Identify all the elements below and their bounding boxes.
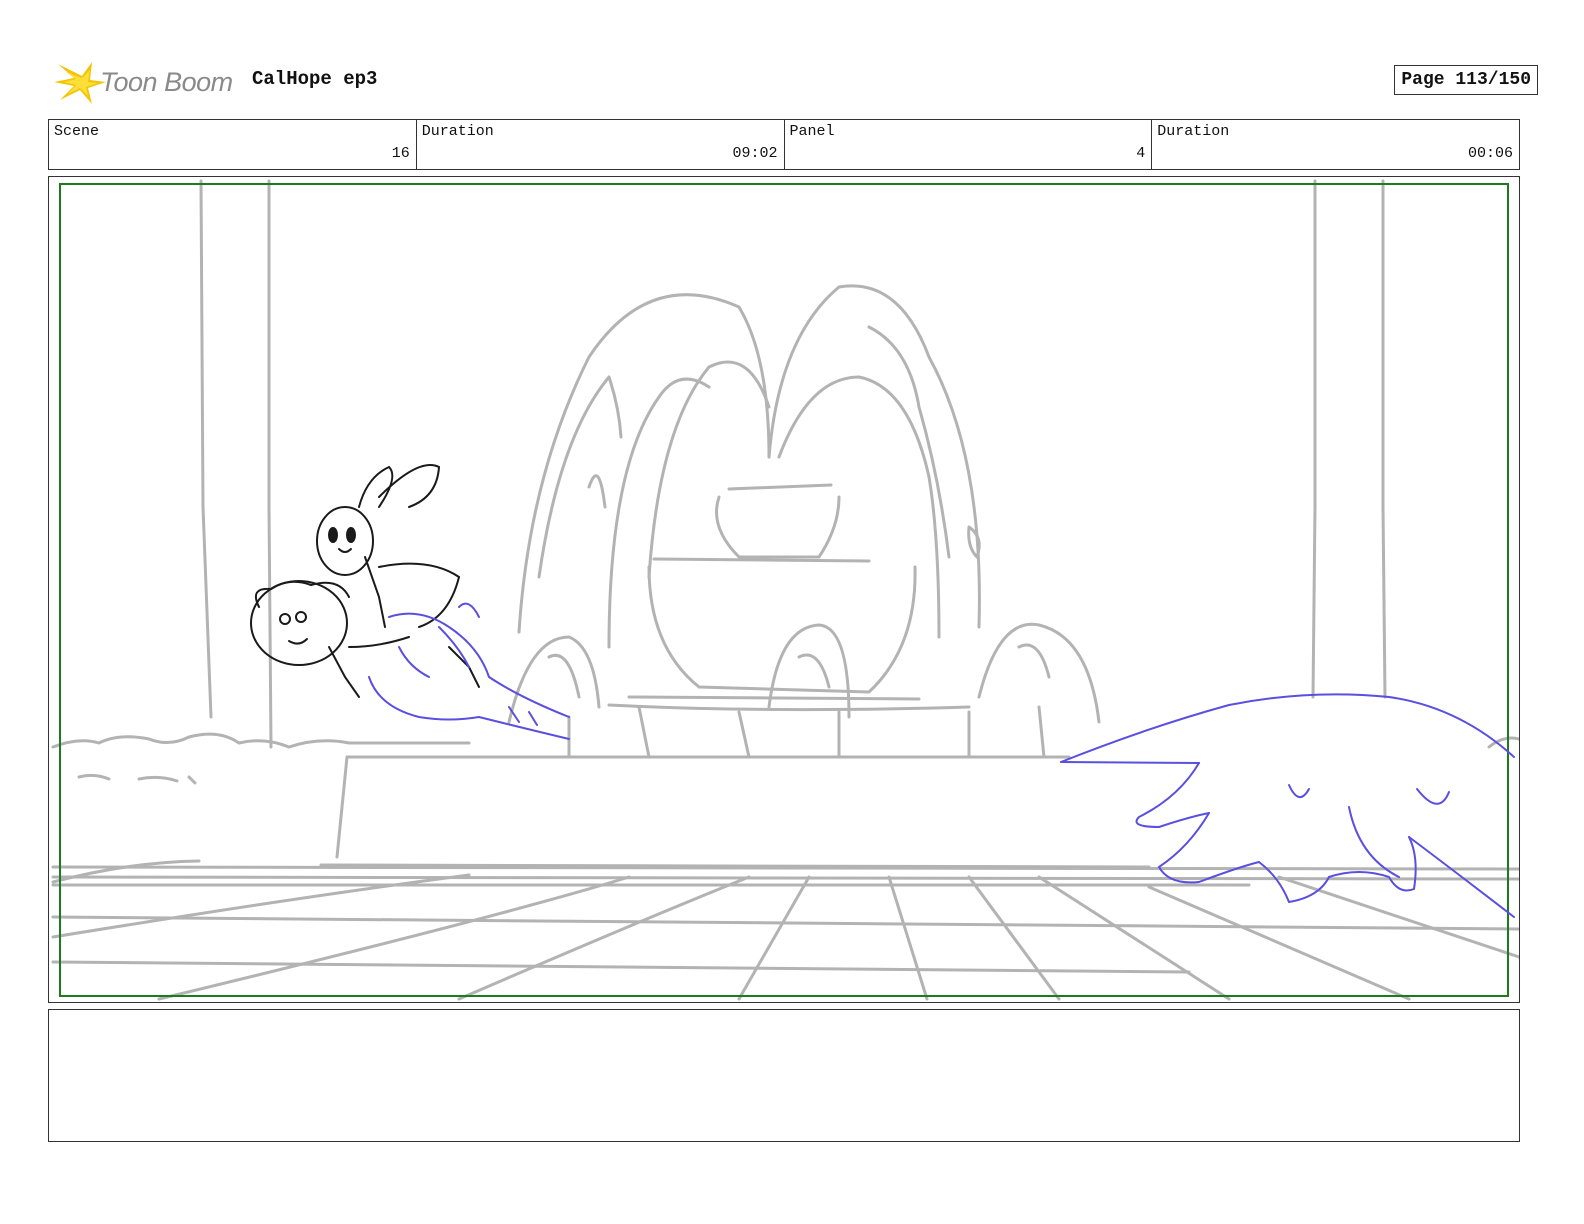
panel-label: Panel bbox=[789, 123, 835, 140]
storyboard-header: Toon Boom CalHope ep3 Page 113/150 bbox=[48, 52, 1538, 112]
background-sketch bbox=[51, 179, 1519, 1001]
storyboard-panel bbox=[48, 176, 1520, 1003]
scene-duration-value: 09:02 bbox=[732, 145, 778, 162]
scene-duration-label: Duration bbox=[421, 123, 494, 140]
scene-value: 16 bbox=[391, 145, 410, 162]
panel-duration-value: 00:06 bbox=[1467, 145, 1513, 162]
panel-duration-cell: Duration 00:06 bbox=[1152, 120, 1519, 169]
panel-value: 4 bbox=[1136, 145, 1146, 162]
panel-cell: Panel 4 bbox=[785, 120, 1153, 169]
page-indicator: Page 113/150 bbox=[1394, 65, 1538, 95]
panel-notes-area bbox=[48, 1009, 1520, 1142]
scene-duration-cell: Duration 09:02 bbox=[417, 120, 785, 169]
character-sketch bbox=[250, 464, 480, 698]
logo-text: Toon Boom bbox=[100, 66, 233, 97]
panel-sketch bbox=[51, 179, 1519, 1001]
safe-frame bbox=[59, 183, 1509, 997]
panel-duration-label: Duration bbox=[1157, 123, 1230, 140]
scene-info-table: Scene 16 Duration 09:02 Panel 4 Duration… bbox=[48, 119, 1520, 170]
scene-cell: Scene 16 bbox=[49, 120, 417, 169]
scene-label: Scene bbox=[54, 123, 100, 140]
project-title: CalHope ep3 bbox=[252, 68, 378, 90]
toon-boom-logo: Toon Boom bbox=[52, 56, 242, 108]
